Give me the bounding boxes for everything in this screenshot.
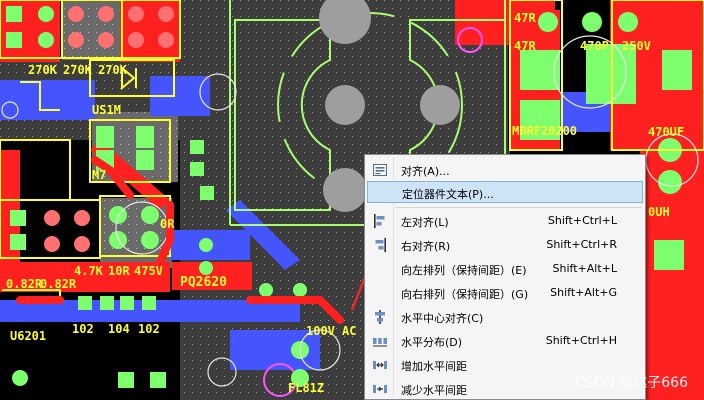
menu-item-shortcut: Shift+Ctrl+L (547, 214, 617, 227)
watermark: CSDN @达子666 (574, 375, 688, 391)
menu-item-align-horizontal-center[interactable]: 水平中心对齐(C) (367, 306, 643, 328)
menu-item-position-component-text[interactable]: 定位器件文本(P)... (367, 181, 643, 203)
pcb-label: 47R (514, 11, 536, 25)
decrease-horizontal-spacing-icon (373, 385, 387, 393)
menu-item-label: 右对齐(R) (401, 240, 451, 253)
menu-item-arrange-left-keep-spacing[interactable]: 向左排列（保持间距）(E) Shift+Alt+L (367, 258, 643, 280)
pcb-label: 270K (63, 63, 93, 77)
pcb-label: FL81Z (288, 381, 324, 395)
increase-horizontal-spacing-icon (373, 361, 387, 369)
pcb-label: 102 (72, 322, 94, 336)
menu-item-label: 增加水平间距 (401, 360, 467, 373)
pcb-label: 104 (108, 322, 130, 336)
menu-separator (395, 207, 642, 208)
menu-item-align-left[interactable]: 左对齐(L) Shift+Ctrl+L (367, 210, 643, 232)
menu-item-distribute-horizontal[interactable]: 水平分布(D) Shift+Ctrl+H (367, 330, 643, 352)
pcb-label: 250V (622, 39, 651, 53)
distribute-horizontal-icon (373, 338, 387, 347)
menu-item-shortcut: Shift+Ctrl+H (545, 334, 617, 347)
pcb-label: MBRF20200 (512, 124, 577, 138)
menu-item-label: 定位器件文本(P)... (402, 188, 494, 201)
align-horizontal-center-icon (375, 310, 385, 324)
pcb-label: 470UF (648, 125, 684, 139)
pcb-label: 4.7K (74, 264, 104, 278)
menu-item-label: 减少水平间距 (401, 384, 467, 397)
menu-item-label: 向左排列（保持间距）(E) (401, 264, 527, 277)
pcb-label: 270K (28, 63, 58, 77)
align-right-icon (375, 238, 386, 252)
pcb-label: 270K (98, 63, 128, 77)
menu-item-shortcut: Shift+Alt+G (550, 286, 617, 299)
menu-item-shortcut: Shift+Alt+L (552, 262, 617, 275)
pcb-label: 470P (580, 39, 609, 53)
menu-item-align-dialog[interactable]: 对齐(A)... (367, 159, 643, 181)
menu-item-label: 对齐(A)... (401, 165, 450, 178)
pcb-label: PQ2620 (180, 275, 227, 290)
pcb-label: AC (342, 324, 356, 338)
pcb-label: 0.82R (6, 277, 43, 291)
menu-item-shortcut: Shift+Ctrl+R (546, 238, 617, 251)
menu-item-label: 水平中心对齐(C) (401, 312, 484, 325)
pcb-label: 0.82R (40, 277, 77, 291)
pcb-label: 102 (138, 322, 160, 336)
pcb-label: 0UH (648, 205, 670, 219)
pcb-label: 0R (160, 217, 175, 231)
pcb-label: 10R (108, 264, 130, 278)
context-menu: 对齐(A)... 定位器件文本(P)... 左对齐(L) Shift+Ctrl+… (364, 154, 646, 400)
menu-item-label: 水平分布(D) (401, 336, 463, 349)
align-left-icon (374, 214, 385, 228)
align-dialog-icon (373, 164, 387, 176)
pcb-label: 47R (514, 39, 536, 53)
pcb-label: M7 (92, 168, 106, 182)
menu-item-label: 左对齐(L) (401, 216, 449, 229)
pcb-label: U6201 (10, 329, 46, 343)
pcb-label: 475V (134, 264, 163, 278)
menu-item-label: 向右排列（保持间距）(G) (401, 288, 529, 301)
menu-item-align-right[interactable]: 右对齐(R) Shift+Ctrl+R (367, 234, 643, 256)
pcb-label: US1M (92, 103, 121, 117)
menu-item-arrange-right-keep-spacing[interactable]: 向右排列（保持间距）(G) Shift+Alt+G (367, 282, 643, 304)
pcb-label: 100V (306, 324, 335, 338)
